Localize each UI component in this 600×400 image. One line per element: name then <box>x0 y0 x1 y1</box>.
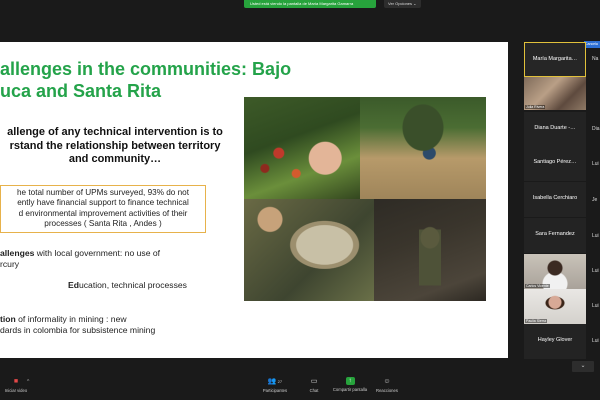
slide-box-line4: processes ( Santa Rita , Andes ) <box>44 219 162 229</box>
drying-beans-photo <box>360 97 486 199</box>
slide-bullet-government: allenges with local government: no use o… <box>0 248 210 270</box>
screen-share-banner-text: Usted está viendo la pantalla de María M… <box>250 1 354 6</box>
slide-title-line1: allenges in the communities: Bajo <box>0 59 292 79</box>
participant-tile-santiago[interactable]: Santiago Pérez… <box>524 146 586 181</box>
video-off-icon: ■ <box>13 378 19 385</box>
bullet3-line2: dards in colombia for subsistence mining <box>0 325 156 335</box>
participant-edge-name[interactable]: Lui <box>592 338 599 344</box>
participant-name: Hayley Glover <box>537 337 573 343</box>
participant-tile-diana[interactable]: Diana Duarte -… <box>524 112 586 147</box>
cancel-tab[interactable]: Cancela <box>584 41 600 48</box>
bullet2-text: ucation, technical processes <box>78 280 187 290</box>
bullet3-bold: tion <box>0 314 16 324</box>
video-options-caret-icon[interactable]: ^ <box>27 379 29 385</box>
view-options-label: Ver Opciones <box>388 1 413 6</box>
participant-edge-name[interactable]: Lui <box>592 233 599 239</box>
video-meeting-window: Usted está viendo la pantalla de María M… <box>0 0 600 400</box>
participants-count: 27 <box>277 379 283 384</box>
participant-edge-name[interactable]: Lui <box>592 268 599 274</box>
participant-edge-name[interactable]: Lui <box>592 303 599 309</box>
chevron-down-icon: ⌄ <box>413 1 417 6</box>
slide-box-line1: he total number of UPMs surveyed, 93% do… <box>16 188 190 197</box>
share-screen-icon: ↑ <box>345 377 355 385</box>
reactions-button[interactable]: ☺ Reacciones <box>372 377 402 393</box>
coffee-cherries-photo <box>244 97 360 199</box>
scroll-down-button[interactable]: ⌄ <box>572 361 594 372</box>
slide-bullet-education: Education, technical processes <box>68 280 187 290</box>
slide-title: allenges in the communities: Bajo uca an… <box>0 58 360 102</box>
start-video-label: Iniciar video <box>4 388 28 393</box>
slide-subtitle-line1: allenge of any technical intervention is… <box>7 126 223 138</box>
participant-edge-name[interactable]: Dia <box>592 126 600 132</box>
screen-share-banner: Usted está viendo la pantalla de María M… <box>244 0 376 8</box>
miner-photo <box>374 199 486 301</box>
participants-icon: 👥27 <box>267 378 283 385</box>
view-options-button[interactable]: Ver Opciones ⌄ <box>384 0 421 8</box>
participant-tile-sara[interactable]: Sara Fernandez <box>524 218 586 253</box>
slide-bullet-informality: tion of informality in mining : new dard… <box>0 314 220 336</box>
participant-name: Isabella Cerchiaro <box>532 195 578 201</box>
participant-tile-video-2[interactable]: Carlos Vicente <box>524 254 586 289</box>
reactions-icon: ☺ <box>383 378 391 385</box>
slide-box-line2: ently have financial support to finance … <box>17 198 189 208</box>
participant-edge-name[interactable]: Je <box>592 197 597 203</box>
participants-button[interactable]: 👥27 Participantes <box>258 377 292 393</box>
chat-button[interactable]: ▭ Chat <box>304 377 324 393</box>
participant-label: Julia Rivera <box>525 105 546 109</box>
share-screen-label: Compartir pantalla <box>332 387 368 392</box>
chevron-down-icon: ⌄ <box>580 363 586 369</box>
participant-tile-video-3[interactable]: Paulia Sierra <box>524 289 586 324</box>
participant-label: Carlos Vicente <box>525 284 550 288</box>
participant-name: Santiago Pérez… <box>533 159 577 165</box>
participant-tile-maria[interactable]: María Margarita… <box>524 42 586 77</box>
cancel-tab-label: Cancela <box>585 42 598 46</box>
share-screen-button[interactable]: ↑ Compartir pantalla <box>330 377 370 392</box>
slide-box-line3: d environmental improvement activities o… <box>18 208 188 218</box>
slide-subtitle-line2: rstand the relationship between territor… <box>9 139 221 152</box>
bullet1-text: with local government: no use of <box>34 248 161 258</box>
chat-label: Chat <box>309 388 319 393</box>
chat-icon: ▭ <box>310 378 318 385</box>
participant-tile-hayley[interactable]: Hayley Glover <box>524 324 586 359</box>
slide-subtitle: allenge of any technical intervention is… <box>0 126 230 167</box>
participant-edge-name[interactable]: Na <box>592 56 598 62</box>
slide-highlight-box: he total number of UPMs surveyed, 93% do… <box>0 185 206 233</box>
participant-name: María Margarita… <box>532 56 578 62</box>
participant-tile-video-1[interactable]: Julia Rivera <box>524 77 586 110</box>
slide-subtitle-line3: and community… <box>68 153 162 165</box>
participant-edge-name[interactable]: Lui <box>592 161 599 167</box>
participants-label: Participantes <box>262 388 288 393</box>
bullet2-bold: Ed <box>68 280 79 290</box>
participant-name: Diana Duarte -… <box>534 125 576 131</box>
bullet1-bold: allenges <box>0 248 35 258</box>
participant-name: Sara Fernandez <box>535 231 575 237</box>
participant-tile-isabella[interactable]: Isabella Cerchiaro <box>524 182 586 217</box>
slide-photo-collage <box>244 97 486 301</box>
meeting-toolbar: ■ Iniciar video ^ 👥27 Participantes ▭ Ch… <box>0 375 600 400</box>
start-video-button[interactable]: ■ Iniciar video <box>2 377 30 393</box>
reactions-label: Reacciones <box>376 388 398 393</box>
gold-panning-photo <box>244 199 374 301</box>
shared-slide: allenges in the communities: Bajo uca an… <box>0 42 508 358</box>
bullet3-text: of informality in mining : new <box>15 314 127 324</box>
bullet1-line2: rcury <box>0 259 20 269</box>
participant-label: Paulia Sierra <box>525 319 548 323</box>
